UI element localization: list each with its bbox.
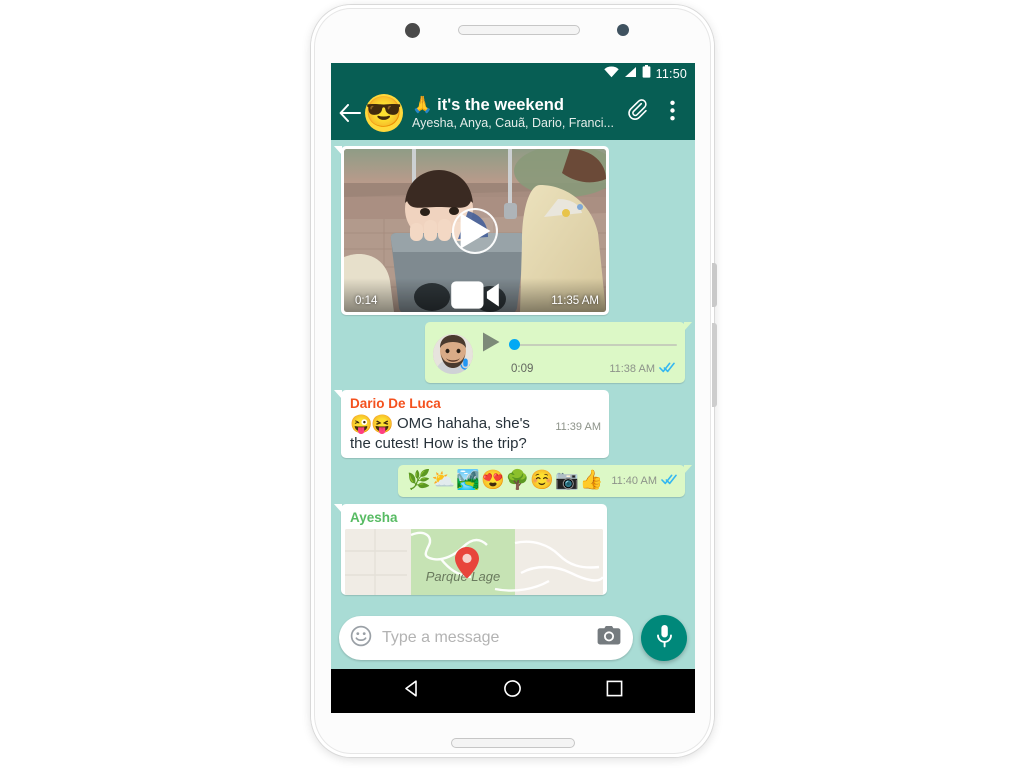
- message-sender-name: Ayesha: [350, 510, 398, 525]
- android-home-icon: [503, 679, 522, 703]
- overflow-menu-button[interactable]: [657, 93, 687, 133]
- voice-message-bubble[interactable]: 0:09 11:38 AM: [425, 322, 692, 383]
- bubble-tail: [684, 322, 692, 331]
- message-sender-name: Dario De Luca: [350, 396, 441, 411]
- bubble-tail: [334, 390, 342, 399]
- video-duration-group: 0:14: [351, 281, 499, 309]
- location-message-bubble[interactable]: Ayesha Parque Lage: [334, 504, 607, 595]
- avatar[interactable]: [433, 333, 473, 374]
- voice-controls: 0:09 11:38 AM: [481, 329, 677, 378]
- voice-progress-slider[interactable]: [509, 339, 677, 351]
- paperclip-icon: [628, 99, 648, 126]
- video-overlay-meta: 0:14 11:35 AM: [344, 278, 606, 312]
- emoji-smiling-face: ☺️: [530, 470, 554, 491]
- message-input-bar: Type a message: [331, 607, 695, 669]
- message-input-placeholder[interactable]: Type a message: [382, 629, 587, 647]
- message-body: 11:39 AM 😜😝 OMG hahaha, she's the cutest!…: [350, 414, 601, 453]
- message-row-voice: 0:09 11:38 AM: [341, 322, 692, 383]
- camera-icon[interactable]: [597, 626, 621, 650]
- chat-title-block[interactable]: 🙏 it's the weekend Ayesha, Anya, Cauã, D…: [403, 95, 623, 131]
- microphone-icon: [656, 624, 673, 653]
- emoji-leaf: 🌿: [406, 470, 431, 491]
- voice-meta-row: 0:09 11:38 AM: [481, 358, 677, 378]
- voice-message-content: 0:09 11:38 AM: [433, 329, 677, 378]
- android-home-button[interactable]: [488, 669, 538, 713]
- emoji-landscape: 🏞️: [456, 470, 480, 491]
- video-thumbnail[interactable]: 0:14 11:35 AM: [344, 149, 606, 312]
- emoji-smiley-icon[interactable]: [350, 625, 372, 652]
- text-message-bubble[interactable]: Dario De Luca 11:39 AM 😜😝 OMG hahaha, she…: [334, 390, 609, 458]
- map-image: Parque Lage: [345, 529, 603, 595]
- group-avatar-emoji: 😎: [365, 95, 403, 129]
- emoji-heart-eyes: 😍: [480, 470, 505, 491]
- bottom-speaker: [451, 738, 575, 748]
- message-row-text: Dario De Luca 11:39 AM 😜😝 OMG hahaha, she…: [334, 390, 685, 458]
- read-receipt-icon: [659, 360, 675, 378]
- wifi-icon: [603, 65, 619, 83]
- microphone-icon: [459, 358, 472, 373]
- emoji-camera: 📷: [554, 470, 579, 491]
- android-navigation-bar: [331, 669, 695, 713]
- power-button[interactable]: [712, 263, 717, 307]
- voice-track-row: [481, 329, 677, 358]
- screenshot-stage: 11:50 😎 🙏 it's the weekend Ayesha, Anya,…: [0, 0, 1024, 768]
- message-row-emoji: 🌿 ⛅ 🏞️ 😍 🌳 ☺️ 📷 👍 11:40 AM: [341, 465, 692, 497]
- message-timestamp: 11:38 AM: [609, 363, 655, 375]
- voice-play-button[interactable]: [481, 331, 501, 358]
- message-timestamp: 11:39 AM: [555, 421, 601, 433]
- chat-title-row: 🙏 it's the weekend: [412, 95, 623, 115]
- status-bar-clock: 11:50: [655, 67, 687, 81]
- chat-title-emoji: 🙏: [412, 95, 433, 114]
- voice-status-group: 11:38 AM: [609, 360, 675, 378]
- android-back-icon: [402, 679, 421, 703]
- bubble-tail: [334, 504, 342, 513]
- message-row-location: Ayesha Parque Lage: [334, 504, 685, 595]
- emoji-sun-cloud: ⛅: [431, 470, 456, 491]
- header-actions: [623, 93, 687, 133]
- phone-device: 11:50 😎 🙏 it's the weekend Ayesha, Anya,…: [311, 5, 717, 757]
- status-bar: 11:50: [331, 63, 695, 85]
- android-back-button[interactable]: [387, 669, 437, 713]
- emoji-message-meta: 11:40 AM: [611, 472, 677, 490]
- chat-header: 😎 🙏 it's the weekend Ayesha, Anya, Cauã,…: [331, 85, 695, 140]
- voice-duration: 0:09: [511, 363, 534, 375]
- battery-icon: [642, 65, 651, 83]
- front-camera-icon: [405, 23, 420, 38]
- participants-list: Ayesha, Anya, Cauã, Dario, Franci...: [412, 115, 614, 130]
- back-button[interactable]: [337, 103, 363, 122]
- group-avatar[interactable]: 😎: [365, 93, 403, 132]
- message-timestamp: 11:40 AM: [611, 475, 657, 487]
- overflow-menu-icon: [669, 100, 675, 126]
- proximity-sensor-icon: [617, 24, 629, 36]
- android-recents-icon: [606, 680, 623, 702]
- bubble-tail: [334, 146, 342, 155]
- volume-rocker-button[interactable]: [712, 323, 717, 407]
- emoji-thumbs-up: 👍: [579, 470, 604, 491]
- voice-record-button[interactable]: [641, 615, 687, 661]
- read-receipt-icon: [661, 472, 677, 490]
- attach-button[interactable]: [623, 93, 653, 133]
- emoji-message-bubble[interactable]: 🌿 ⛅ 🏞️ 😍 🌳 ☺️ 📷 👍 11:40 AM: [397, 465, 692, 497]
- signal-icon: [624, 65, 637, 83]
- earpiece-speaker: [458, 25, 580, 35]
- message-emoji: 😜😝: [350, 414, 394, 434]
- phone-screen: 11:50 😎 🙏 it's the weekend Ayesha, Anya,…: [331, 63, 695, 713]
- video-message-bubble[interactable]: 0:14 11:35 AM: [334, 146, 609, 315]
- android-recents-button[interactable]: [589, 669, 639, 713]
- page-title: it's the weekend: [437, 95, 564, 114]
- voice-progress-knob[interactable]: [509, 339, 520, 350]
- bubble-tail: [684, 465, 692, 474]
- video-play-button[interactable]: [452, 207, 498, 254]
- location-map-preview[interactable]: Parque Lage: [345, 529, 603, 595]
- emoji-tree: 🌳: [505, 470, 530, 491]
- voice-progress-track: [509, 343, 677, 346]
- message-input-container[interactable]: Type a message: [339, 616, 633, 660]
- message-list[interactable]: 0:14 11:35 AM 0:09 11:38 AM Dario De Luc…: [331, 140, 695, 669]
- message-row-video: 0:14 11:35 AM: [334, 146, 685, 315]
